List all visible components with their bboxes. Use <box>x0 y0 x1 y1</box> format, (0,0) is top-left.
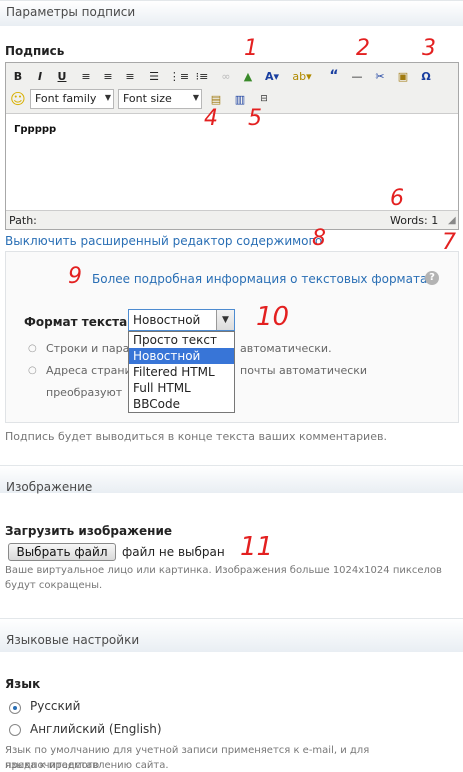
blockquote-icon[interactable]: “ <box>324 66 344 86</box>
annotation-4: 4 <box>204 106 218 131</box>
help-icon[interactable]: ? <box>425 271 439 285</box>
image-description-1: Ваше виртуальное лицо или картинка. Изоб… <box>5 565 442 576</box>
font-size-select[interactable]: Font size <box>118 89 202 109</box>
format-option[interactable]: Просто текст <box>129 332 234 348</box>
highlight-color-icon[interactable]: ab▾ <box>292 66 312 86</box>
italic-button[interactable]: I <box>30 66 50 86</box>
underline-button[interactable]: U <box>52 66 72 86</box>
cut-icon[interactable]: ✂ <box>370 66 390 86</box>
annotation-3: 3 <box>422 36 436 61</box>
language-label: Язык <box>5 677 41 691</box>
format-tip-2-start: Адреса страни <box>28 360 132 382</box>
resize-handle-icon[interactable]: ◢ <box>448 215 456 226</box>
language-description-2: языка к представлению сайта. <box>5 760 169 771</box>
image-description-2: будут сокращены. <box>5 580 103 591</box>
radio-russian[interactable] <box>9 702 21 714</box>
format-tip-1-start: Строки и пара <box>28 338 129 360</box>
bold-button[interactable]: B <box>8 66 28 86</box>
format-select-value: Новостной <box>133 313 201 327</box>
disable-editor-link[interactable]: Выключить расширенный редактор содержимо… <box>5 234 322 248</box>
format-option[interactable]: Filtered HTML <box>129 364 234 380</box>
word-count: Words: 1 <box>390 214 439 227</box>
image-section-header: Изображение <box>0 465 463 494</box>
annotation-2: 2 <box>356 36 370 61</box>
annotation-7: 7 <box>442 230 456 255</box>
bullet-list-icon[interactable]: ⋮≡ <box>169 66 189 86</box>
more-info-formats-link[interactable]: Более подробная информация о текстовых ф… <box>92 272 434 286</box>
align-right-icon[interactable]: ≡ <box>120 66 140 86</box>
language-section-header: Языковые настройки <box>0 618 463 652</box>
insert-image-icon[interactable]: ▲ <box>238 66 258 86</box>
format-select[interactable]: Новостной ▼ <box>128 309 235 331</box>
annotation-1: 1 <box>244 36 258 61</box>
align-center-icon[interactable]: ≡ <box>98 66 118 86</box>
annotation-8: 8 <box>312 226 326 251</box>
format-tip-1-end: автоматически. <box>222 338 331 360</box>
image-section-title: Изображение <box>6 480 93 494</box>
format-option-selected[interactable]: Новостной <box>129 348 234 364</box>
annotation-9: 9 <box>68 264 82 289</box>
signature-label: Подпись <box>5 44 65 58</box>
text-color-icon[interactable]: A▾ <box>262 66 282 86</box>
paste-word-icon[interactable]: ▥ <box>230 89 250 109</box>
format-tip-2-cont: преобразуют <box>46 386 123 399</box>
emoticon-icon[interactable]: ☺ <box>8 89 28 109</box>
chevron-down-icon[interactable]: ▼ <box>216 310 234 330</box>
annotation-5: 5 <box>248 106 262 131</box>
annotation-6: 6 <box>390 186 404 211</box>
editor-toolbar-row-2: ☺ Font family Font size ▤ ▥ ⊟ <box>6 87 458 111</box>
horizontal-rule-icon[interactable]: — <box>347 66 367 86</box>
numbered-list-icon[interactable]: ⁝≡ <box>192 66 212 86</box>
format-dropdown-list: Просто текст Новостной Filtered HTML Ful… <box>128 331 235 413</box>
paste-icon[interactable]: ▣ <box>393 66 413 86</box>
language-section-title: Языковые настройки <box>6 633 140 647</box>
no-file-text: файл не выбран <box>122 545 225 559</box>
signature-description: Подпись будет выводиться в конце текста … <box>5 430 387 443</box>
editor-path-label: Path: <box>9 214 37 227</box>
editor-content-text: Грpppp <box>14 124 57 135</box>
annotation-10: 10 <box>256 302 290 332</box>
annotation-11: 11 <box>240 532 274 562</box>
editor-toolbar-row-1: B I U ≡ ≡ ≡ ☰ ⋮≡ ⁝≡ ∞ ▲ A▾ ab▾ “ — ✂ ▣ Ω <box>6 64 458 88</box>
font-family-select[interactable]: Font family <box>30 89 114 109</box>
signature-section-title: Параметры подписи <box>6 5 136 19</box>
format-tip-2-end: почты автоматически <box>222 360 367 382</box>
format-option[interactable]: BBCode <box>129 396 234 412</box>
editor-status-bar: Path: Words: 1 ◢ <box>6 211 458 230</box>
format-option[interactable]: Full HTML <box>129 380 234 396</box>
radio-english[interactable] <box>9 724 21 736</box>
special-char-icon[interactable]: Ω <box>416 66 436 86</box>
align-left-icon[interactable]: ≡ <box>76 66 96 86</box>
link-icon[interactable]: ∞ <box>216 66 236 86</box>
signature-section-header: Параметры подписи <box>0 0 463 26</box>
upload-image-label: Загрузить изображение <box>5 524 173 538</box>
format-label: Формат текста <box>24 315 128 329</box>
radio-english-label[interactable]: Английский (English) <box>30 722 162 736</box>
radio-russian-label[interactable]: Русский <box>30 699 80 713</box>
align-justify-icon[interactable]: ☰ <box>144 66 164 86</box>
choose-file-button[interactable]: Выбрать файл <box>8 543 116 561</box>
